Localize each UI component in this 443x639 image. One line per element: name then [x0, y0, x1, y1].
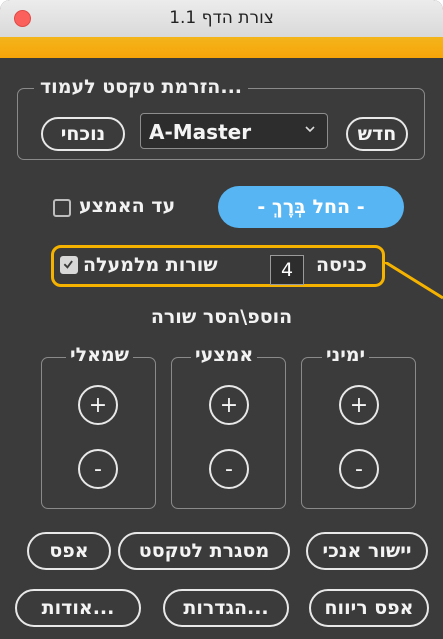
new-button[interactable]: חדש	[346, 117, 408, 151]
master-page-value: A-Master	[149, 120, 252, 144]
title-bar[interactable]: צורת הדף 1.1	[0, 0, 443, 38]
start-button[interactable]: - החל בְּרֶךְ -	[218, 186, 404, 228]
accent-bar	[0, 37, 443, 58]
indent-input[interactable]: 4	[270, 255, 304, 285]
checkmark-icon	[63, 260, 73, 269]
right-column-title: ימיני	[322, 344, 370, 366]
reset-spacing-button[interactable]: אפס ריווח	[309, 589, 429, 627]
lines-from-top-checkbox[interactable]	[60, 256, 78, 274]
settings-button[interactable]: הגדרות...	[163, 589, 289, 627]
callout-arrow	[385, 262, 443, 300]
lines-from-top-label: שורות מלמעלה	[83, 254, 218, 276]
text-flow-legend: הזרמת טקסט לעמוד...	[34, 76, 249, 98]
until-middle-checkbox[interactable]	[53, 199, 71, 217]
until-middle-label: עד האמצע	[79, 195, 176, 217]
indent-label: כניסה	[316, 254, 367, 276]
left-remove-line-button[interactable]: -	[78, 449, 118, 489]
right-remove-line-button[interactable]: -	[339, 449, 379, 489]
current-button[interactable]: נוכחי	[41, 117, 125, 151]
plugin-window: צורת הדף 1.1 הזרמת טקסט לעמוד... נוכחי A…	[0, 0, 443, 639]
left-column-title: שמאלי	[66, 344, 134, 366]
vertical-align-button[interactable]: יישור אנכי	[306, 532, 428, 570]
right-add-line-button[interactable]: +	[339, 385, 379, 425]
master-page-select[interactable]: A-Master	[140, 113, 328, 149]
about-button[interactable]: אודות...	[15, 589, 141, 627]
add-remove-title: הוספ\הסר שורה	[150, 306, 293, 328]
middle-remove-line-button[interactable]: -	[209, 449, 249, 489]
left-add-line-button[interactable]: +	[78, 385, 118, 425]
reset-button[interactable]: אפס	[27, 532, 111, 570]
middle-add-line-button[interactable]: +	[209, 385, 249, 425]
middle-column-title: אמצעי	[191, 344, 258, 366]
chevron-down-icon	[305, 126, 315, 133]
window-title: צורת הדף 1.1	[169, 8, 274, 28]
text-frame-button[interactable]: מסגרת לטקסט	[118, 532, 290, 570]
